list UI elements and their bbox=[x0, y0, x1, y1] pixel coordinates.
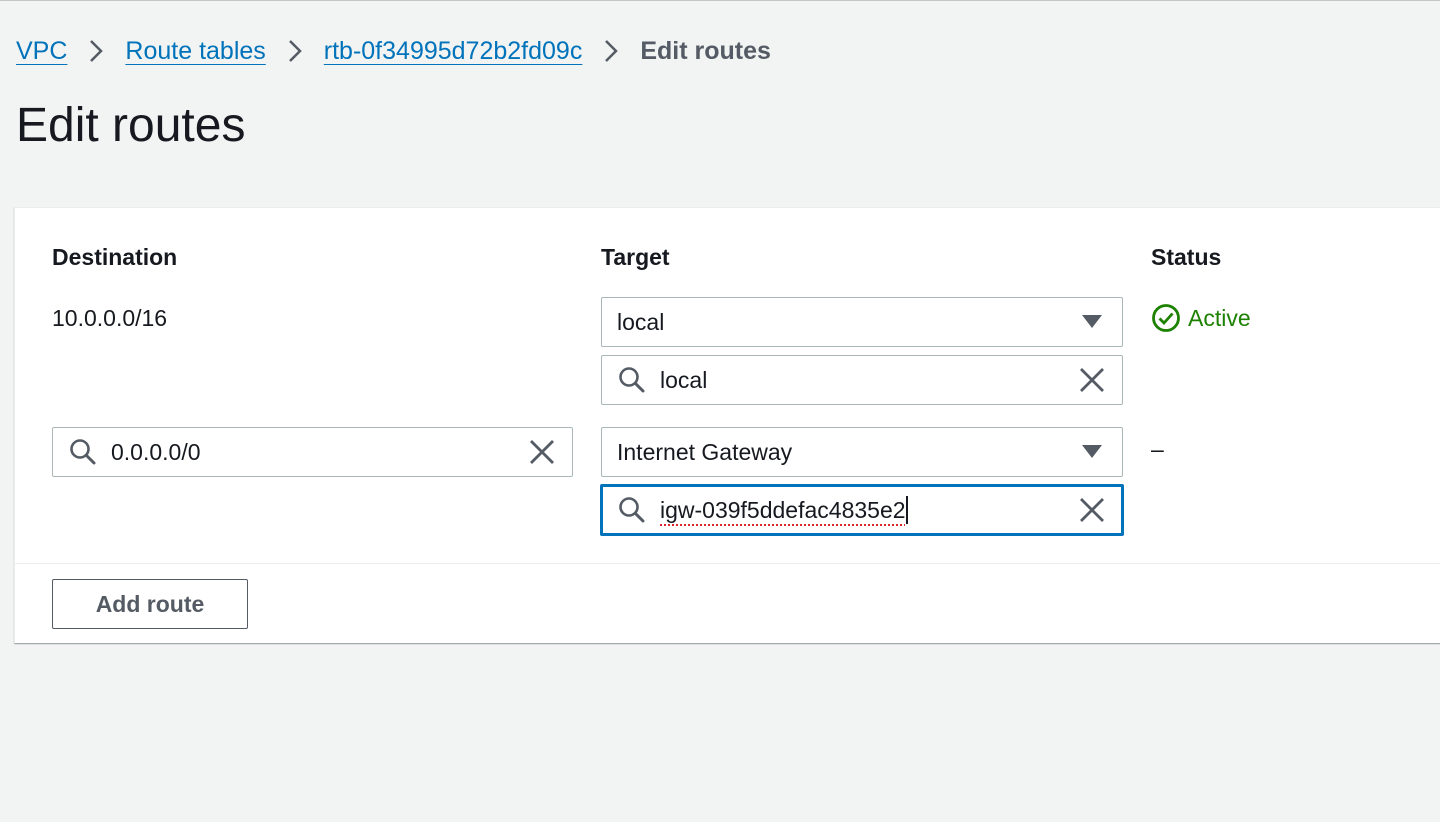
caret-down-icon bbox=[1062, 315, 1122, 329]
text-cursor bbox=[905, 496, 908, 524]
target-type-select[interactable]: local bbox=[601, 297, 1123, 347]
target-search-value: igw-039f5ddefac4835e2 bbox=[660, 497, 906, 523]
destination-search-input[interactable]: 0.0.0.0/0 bbox=[52, 427, 573, 477]
breadcrumb-current: Edit routes bbox=[640, 37, 771, 65]
divider bbox=[15, 563, 1440, 564]
search-icon bbox=[602, 366, 660, 394]
status-label: Active bbox=[1188, 305, 1251, 331]
check-circle-icon bbox=[1151, 303, 1181, 333]
close-icon[interactable] bbox=[512, 439, 572, 465]
add-route-button[interactable]: Add route bbox=[52, 579, 248, 629]
column-header-status: Status bbox=[1151, 244, 1222, 270]
target-type-select[interactable]: Internet Gateway bbox=[601, 427, 1123, 477]
target-type-selected: Internet Gateway bbox=[617, 439, 793, 465]
close-icon[interactable] bbox=[1062, 497, 1122, 523]
top-border bbox=[0, 0, 1440, 1]
close-icon[interactable] bbox=[1062, 367, 1122, 393]
route-destination-value: 10.0.0.0/16 bbox=[52, 305, 168, 331]
target-type-selected: local bbox=[617, 309, 665, 335]
destination-search-value: 0.0.0.0/0 bbox=[111, 439, 201, 465]
routes-panel: Destination Target Status 10.0.0.0/16 lo… bbox=[14, 207, 1440, 643]
chevron-right-icon bbox=[67, 34, 125, 68]
target-search-input[interactable]: local bbox=[601, 355, 1123, 405]
breadcrumb-link-route-table-id[interactable]: rtb-0f34995d72b2fd09c bbox=[324, 34, 583, 68]
page-title: Edit routes bbox=[16, 99, 246, 152]
breadcrumb-link-vpc[interactable]: VPC bbox=[16, 34, 67, 68]
caret-down-icon bbox=[1062, 445, 1122, 459]
column-header-target: Target bbox=[601, 244, 670, 270]
target-search-value: local bbox=[660, 367, 708, 393]
status-badge: Active bbox=[1151, 303, 1251, 333]
column-header-destination: Destination bbox=[52, 244, 178, 270]
search-icon bbox=[53, 438, 111, 466]
breadcrumb: VPC Route tables rtb-0f34995d72b2fd09c E… bbox=[16, 34, 771, 68]
status-empty: – bbox=[1151, 436, 1164, 462]
chevron-right-icon bbox=[582, 34, 640, 68]
target-search-input[interactable]: igw-039f5ddefac4835e2 bbox=[600, 484, 1124, 536]
search-icon bbox=[602, 496, 660, 524]
chevron-right-icon bbox=[266, 34, 324, 68]
breadcrumb-link-route-tables[interactable]: Route tables bbox=[125, 34, 265, 68]
